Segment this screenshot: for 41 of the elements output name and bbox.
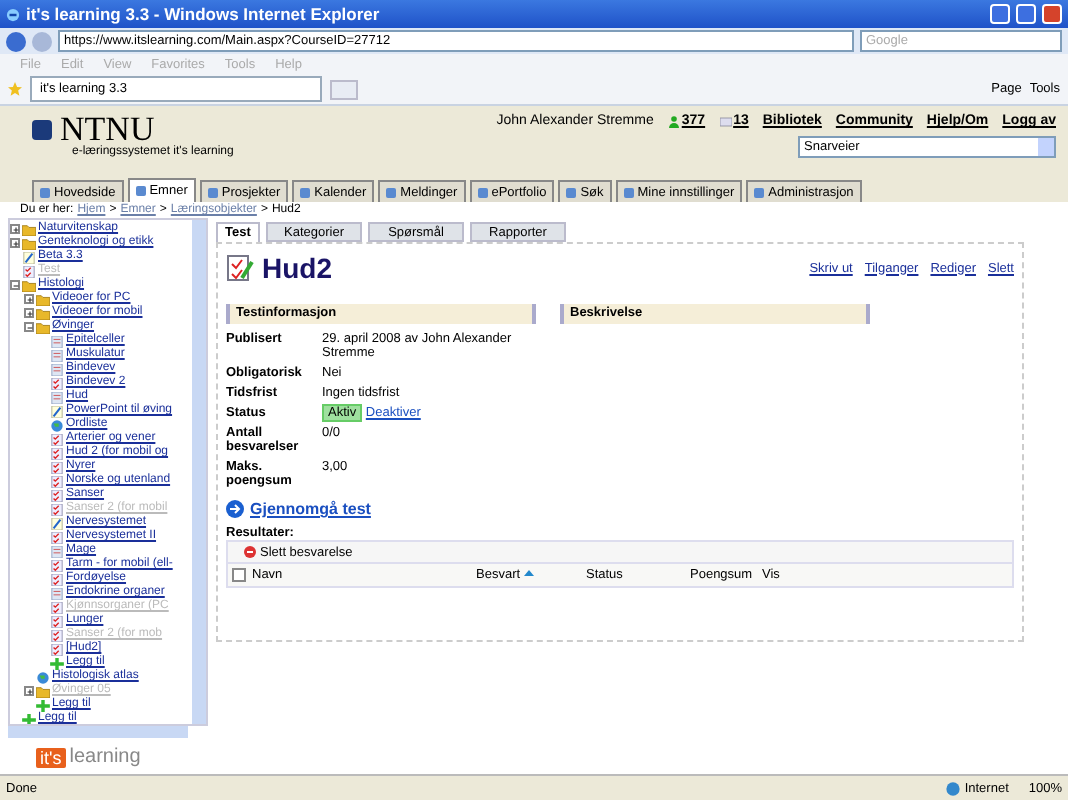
pencil-page-icon — [22, 251, 36, 263]
expand-toggle[interactable] — [10, 224, 20, 234]
person-icon — [667, 115, 680, 127]
page-icon — [50, 587, 64, 599]
logo-text: learning — [69, 746, 141, 768]
window-title: it's learning 3.3 - Windows Internet Explorer — [26, 4, 380, 24]
collapse-toggle[interactable] — [10, 280, 20, 290]
arrow-icon — [226, 500, 244, 518]
globe-icon — [36, 671, 50, 683]
close-button[interactable] — [1042, 4, 1062, 24]
test-title: Hud2 — [262, 252, 332, 284]
page-icon — [50, 545, 64, 557]
expand-toggle[interactable] — [24, 308, 34, 318]
checklist-icon — [226, 254, 254, 282]
minimize-button[interactable] — [990, 4, 1010, 24]
checkbox[interactable] — [232, 568, 246, 582]
scrollbar[interactable] — [8, 726, 188, 738]
checklist-icon — [22, 265, 36, 277]
star-icon[interactable] — [8, 82, 22, 96]
globe-icon — [50, 419, 64, 431]
pencil-page-icon — [50, 405, 64, 417]
sort-arrow-icon — [524, 570, 535, 580]
folder-icon — [36, 685, 50, 697]
expand-toggle[interactable] — [24, 294, 34, 304]
review-link[interactable]: Gjennomgå test — [250, 500, 371, 518]
checklist-icon — [50, 377, 64, 389]
globe-icon — [946, 781, 961, 795]
page-icon — [50, 391, 64, 403]
envelope-icon — [719, 115, 732, 127]
plus-icon — [50, 657, 64, 669]
scrollbar[interactable] — [192, 220, 206, 724]
checklist-icon — [50, 531, 64, 543]
collapse-toggle[interactable] — [24, 322, 34, 332]
logo-badge: it's — [36, 747, 66, 767]
logo-text: NTNU — [60, 114, 155, 146]
delete-icon — [244, 546, 256, 558]
maximize-button[interactable] — [1016, 4, 1036, 24]
pencil-page-icon — [50, 517, 64, 529]
expand-toggle[interactable] — [10, 238, 20, 248]
logo-icon — [32, 120, 52, 140]
back-button[interactable] — [6, 31, 26, 51]
